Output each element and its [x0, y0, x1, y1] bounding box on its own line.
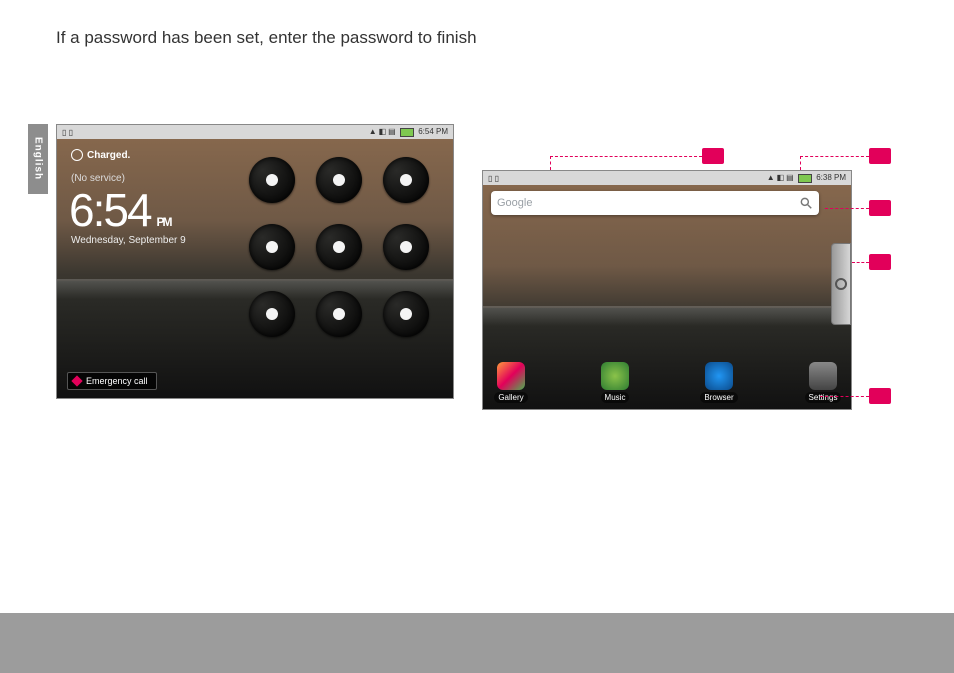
pattern-dot[interactable]	[316, 291, 362, 337]
pattern-dot[interactable]	[383, 291, 429, 337]
grip-icon	[835, 278, 847, 290]
status-right-icons: ▲◧▤ 6:54 PM	[368, 127, 449, 136]
lock-date: Wednesday, September 9	[71, 235, 186, 246]
search-placeholder: Google	[497, 197, 799, 209]
status-left-icons: ▯ ▯	[61, 128, 74, 137]
search-icon	[799, 196, 813, 210]
pattern-dot[interactable]	[249, 157, 295, 203]
homescreen-screenshot: ▯ ▯ ▲◧▤ 6:38 PM Google Gallery Music	[482, 170, 852, 410]
pattern-dot[interactable]	[316, 157, 362, 203]
app-label: Gallery	[494, 392, 527, 403]
pattern-grid[interactable]	[239, 147, 439, 347]
status-time: 6:38 PM	[816, 173, 846, 182]
battery-icon	[798, 174, 812, 183]
status-bar: ▯ ▯ ▲◧▤ 6:38 PM	[483, 171, 851, 185]
home-icon-row: Gallery Music Browser Settings	[487, 359, 847, 403]
status-bar: ▯ ▯ ▲◧▤ 6:54 PM	[57, 125, 453, 139]
callout-box	[702, 148, 724, 164]
charged-indicator: Charged.	[71, 149, 130, 161]
callout-leader	[820, 396, 869, 397]
app-gallery[interactable]: Gallery	[487, 362, 535, 403]
instruction-text: If a password has been set, enter the pa…	[56, 28, 477, 48]
pattern-dot[interactable]	[249, 224, 295, 270]
app-music[interactable]: Music	[591, 362, 639, 403]
callout-box	[869, 148, 891, 164]
lock-clock: 6:54 PM	[69, 183, 171, 237]
app-browser[interactable]: Browser	[695, 362, 743, 403]
callout-leader	[852, 262, 869, 263]
status-time: 6:54 PM	[418, 127, 448, 136]
pattern-dot[interactable]	[383, 224, 429, 270]
callout-leader	[800, 156, 869, 157]
lockscreen-screenshot: ▯ ▯ ▲◧▤ 6:54 PM Charged. (No service) 6:…	[56, 124, 454, 399]
pattern-dot[interactable]	[249, 291, 295, 337]
google-search-widget[interactable]: Google	[491, 191, 819, 215]
app-label: Browser	[700, 392, 737, 403]
app-drawer-handle[interactable]	[831, 243, 851, 325]
callout-box	[869, 200, 891, 216]
callout-leader	[825, 208, 869, 209]
pattern-dot[interactable]	[383, 157, 429, 203]
callout-box	[869, 254, 891, 270]
music-icon	[601, 362, 629, 390]
app-label: Music	[601, 392, 630, 403]
status-right-icons: ▲◧▤ 6:38 PM	[766, 173, 847, 182]
clock-ampm: PM	[157, 215, 171, 229]
charge-icon	[71, 149, 83, 161]
page-footer	[0, 613, 954, 673]
gallery-icon	[497, 362, 525, 390]
language-tab: English	[28, 124, 48, 194]
battery-icon	[400, 128, 414, 137]
browser-icon	[705, 362, 733, 390]
status-left-icons: ▯ ▯	[487, 174, 500, 183]
pattern-dot[interactable]	[316, 224, 362, 270]
emergency-icon	[71, 375, 82, 386]
callout-leader	[800, 156, 801, 170]
callout-leader	[550, 156, 551, 170]
callout-box	[869, 388, 891, 404]
app-label: Settings	[805, 392, 842, 403]
settings-icon	[809, 362, 837, 390]
callout-leader	[550, 156, 702, 157]
emergency-call-button[interactable]: Emergency call	[67, 372, 157, 390]
